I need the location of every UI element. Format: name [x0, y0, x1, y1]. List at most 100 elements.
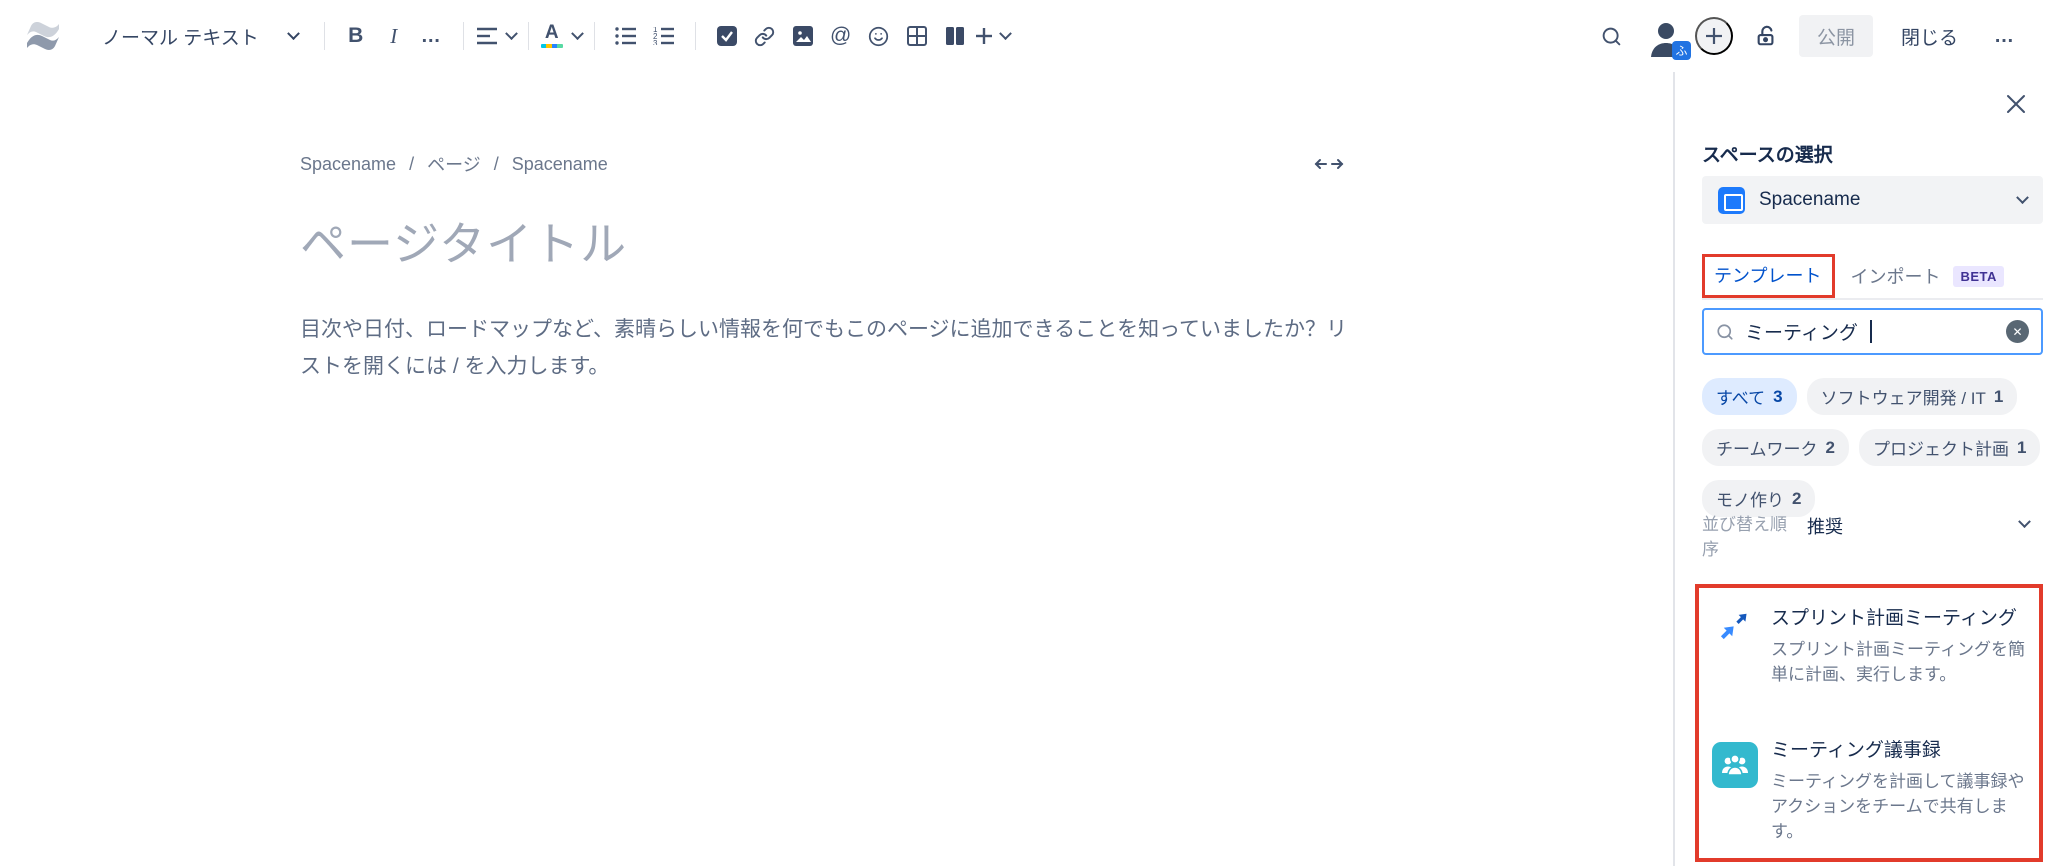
sidebar-close-button[interactable]	[2002, 90, 2030, 118]
bullet-list-icon	[615, 27, 636, 45]
search-icon	[1717, 323, 1733, 340]
editor-content-area: Spacename / ページ / Spacename ページタイトル 目次や日…	[0, 72, 1673, 385]
image-icon	[792, 26, 813, 46]
chevron-down-icon[interactable]	[2018, 515, 2031, 529]
mention-button[interactable]: @	[822, 15, 860, 57]
chevron-down-icon	[2016, 190, 2029, 204]
sort-order-row: 並び替え順序 推奨	[1702, 512, 2037, 562]
template-description: スプリント計画ミーティングを簡単に計画、実行します。	[1771, 640, 2025, 684]
task-checkbox-button[interactable]	[708, 15, 746, 57]
align-icon	[476, 27, 497, 45]
chevron-down-icon	[570, 26, 584, 40]
bullet-list-button[interactable]	[607, 15, 645, 57]
filter-chip-software-it[interactable]: ソフトウェア開発 / IT 1	[1806, 378, 2018, 415]
toolbar-divider	[323, 22, 325, 50]
insert-image-button[interactable]	[784, 15, 822, 57]
confluence-editor-page: ノーマル テキスト B I … A 1 2 3 @ ふ 公開 閉じる … Spa…	[0, 0, 2048, 866]
annotation-box-templates-tab: テンプレート	[1702, 254, 1836, 298]
template-title: ミーティング議事録	[1771, 740, 1941, 761]
template-item-sprint-planning[interactable]: スプリント計画ミーティング スプリント計画ミーティングを簡単に計画、実行します。	[1699, 606, 2039, 687]
beta-badge: BETA	[1953, 265, 2004, 287]
breadcrumb: Spacename / ページ / Spacename	[300, 151, 608, 177]
toolbar-divider	[527, 22, 529, 50]
text-caret	[1869, 320, 1872, 343]
breadcrumb-parent[interactable]: ページ	[427, 151, 481, 177]
numbered-list-button[interactable]: 123	[645, 15, 683, 57]
toolbar-divider	[462, 22, 464, 50]
bold-button[interactable]: B	[337, 15, 375, 57]
breadcrumb-page[interactable]: Spacename	[512, 154, 608, 175]
insert-more-button[interactable]	[974, 15, 1013, 57]
chip-label: モノ作り	[1716, 491, 1784, 510]
templates-sidebar: スペースの選択 Spacename テンプレート インポート BETA ミーティ…	[1673, 72, 2048, 866]
close-editor-button[interactable]: 閉じる	[1887, 15, 1972, 57]
editor-body-placeholder[interactable]: 目次や日付、ロードマップなど、素晴らしい情報を何でもこのページに追加できることを…	[300, 311, 1348, 385]
numbered-list-icon: 123	[653, 27, 674, 45]
template-description: ミーティングを計画して議事録やアクションをチームで共有します。	[1771, 772, 2025, 841]
tabs-divider	[1702, 298, 2043, 300]
template-title: スプリント計画ミーティング	[1771, 608, 2017, 629]
close-icon	[2007, 95, 2025, 113]
expand-width-icon	[1314, 159, 1344, 169]
chip-count: 2	[1792, 488, 1802, 508]
clear-search-button[interactable]: ✕	[2006, 320, 2029, 343]
svg-text:3: 3	[653, 39, 658, 45]
user-avatar[interactable]: ふ	[1645, 15, 1691, 60]
link-button[interactable]	[746, 15, 784, 57]
invite-add-button[interactable]	[1694, 17, 1733, 55]
more-formatting-button[interactable]: …	[413, 15, 451, 57]
tab-templates[interactable]: テンプレート	[1714, 266, 1821, 286]
sort-order-value[interactable]: 推奨	[1807, 513, 1843, 539]
plus-icon	[1705, 28, 1722, 44]
tab-import[interactable]: インポート	[1850, 263, 1940, 289]
insert-table-button[interactable]	[898, 15, 936, 57]
link-icon	[755, 26, 775, 46]
template-filter-chips: すべて 3 ソフトウェア開発 / IT 1 チームワーク 2 プロジェクト計画 …	[1702, 378, 2048, 517]
text-style-dropdown[interactable]: ノーマル テキスト	[88, 15, 312, 57]
page-title-placeholder[interactable]: ページタイトル	[300, 208, 1348, 274]
toolbar-divider	[694, 22, 696, 50]
emoji-button[interactable]	[860, 15, 898, 57]
filter-chip-project-planning[interactable]: プロジェクト計画 1	[1858, 429, 2041, 466]
jira-icon	[1720, 613, 1747, 640]
more-options-button[interactable]: …	[1986, 15, 2024, 57]
search-input-value: ミーティング	[1745, 323, 1858, 344]
avatar-language-badge: ふ	[1671, 41, 1691, 60]
table-icon	[906, 26, 927, 46]
search-icon	[1603, 27, 1621, 45]
toolbar-right-group: ふ 公開 閉じる …	[1593, 15, 2024, 60]
chip-label: チームワーク	[1716, 440, 1818, 459]
text-color-button[interactable]: A	[540, 15, 584, 57]
restrictions-button[interactable]	[1747, 15, 1785, 57]
annotation-box-template-list: スプリント計画ミーティング スプリント計画ミーティングを簡単に計画、実行します。	[1695, 584, 2043, 862]
toolbar-left-group: ノーマル テキスト B I … A 1 2 3 @	[24, 15, 1013, 57]
chevron-down-icon	[286, 26, 300, 40]
template-item-meeting-notes[interactable]: ミーティング議事録 ミーティングを計画して議事録やアクションをチームで共有します…	[1699, 738, 2039, 844]
chip-count: 3	[1773, 386, 1783, 406]
chip-label: プロジェクト計画	[1872, 440, 2009, 459]
sort-order-label: 並び替え順序	[1702, 515, 1787, 559]
unlock-icon	[1757, 25, 1774, 46]
page-width-toggle-button[interactable]	[1310, 150, 1348, 178]
space-icon	[1718, 186, 1745, 214]
chevron-down-icon	[999, 26, 1013, 40]
space-select-dropdown[interactable]: Spacename	[1702, 176, 2043, 224]
editor-toolbar: ノーマル テキスト B I … A 1 2 3 @ ふ 公開 閉じる …	[0, 0, 2048, 72]
italic-button[interactable]: I	[375, 15, 413, 57]
breadcrumb-separator: /	[493, 153, 499, 174]
breadcrumb-space[interactable]: Spacename	[300, 154, 396, 175]
chip-count: 1	[2016, 437, 2027, 457]
chip-count: 1	[1993, 386, 2004, 406]
filter-chip-teamwork[interactable]: チームワーク 2	[1702, 429, 1849, 466]
chip-count: 2	[1825, 437, 1835, 457]
search-button[interactable]	[1593, 15, 1631, 57]
filter-chip-all[interactable]: すべて 3	[1702, 378, 1797, 415]
layouts-button[interactable]	[936, 15, 974, 57]
text-color-icon: A	[540, 23, 563, 48]
confluence-logo-icon	[24, 15, 62, 57]
layouts-icon	[945, 27, 964, 45]
sidebar-tabs: テンプレート インポート BETA	[1702, 254, 2043, 298]
template-search-input[interactable]: ミーティング ✕	[1702, 308, 2043, 355]
text-align-button[interactable]	[476, 15, 518, 57]
publish-button[interactable]: 公開	[1798, 15, 1873, 57]
